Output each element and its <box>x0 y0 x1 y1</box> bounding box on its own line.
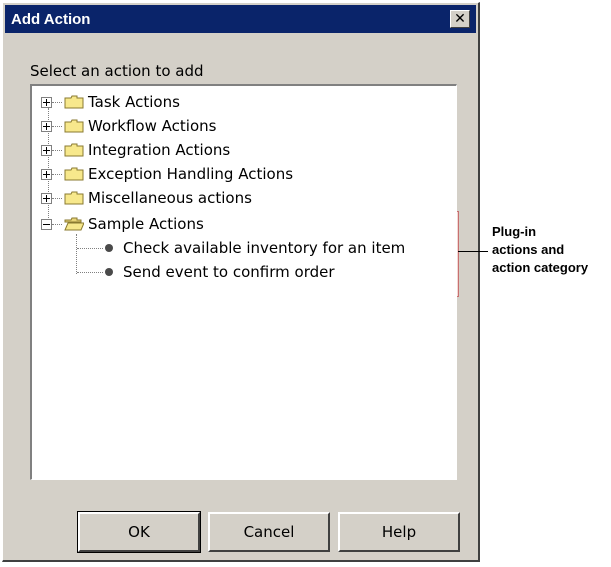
expand-icon[interactable] <box>41 192 52 204</box>
action-bullet-icon <box>105 268 113 276</box>
cancel-button[interactable]: Cancel <box>208 512 330 552</box>
collapse-icon[interactable] <box>41 218 52 230</box>
tree-dots <box>52 149 62 151</box>
close-button[interactable]: ✕ <box>450 10 470 28</box>
tree-dots <box>52 173 62 175</box>
tree-dots <box>52 197 62 199</box>
expand-icon[interactable] <box>41 144 52 156</box>
tree-item-label: Workflow Actions <box>88 117 217 135</box>
callout-line-2: actions and <box>492 242 565 257</box>
tree-item-label: Send event to confirm order <box>123 263 335 281</box>
tree-dots <box>77 271 103 273</box>
ok-button[interactable]: OK <box>77 511 201 553</box>
tree-dots <box>77 247 103 249</box>
folder-icon <box>64 191 84 205</box>
tree-dots <box>52 223 62 225</box>
tree-item-check-inventory[interactable]: Check available inventory for an item <box>77 236 405 260</box>
open-folder-icon <box>64 217 84 231</box>
callout-line-1: Plug-in <box>492 224 537 239</box>
tree-item-label: Integration Actions <box>88 141 231 159</box>
folder-icon <box>64 167 84 181</box>
folder-icon <box>64 95 84 109</box>
title-bar[interactable]: Add Action ✕ <box>5 5 476 33</box>
action-tree[interactable]: Task Actions Workflow Actions Integratio… <box>30 84 457 480</box>
tree-item-label: Exception Handling Actions <box>88 165 294 183</box>
expand-icon[interactable] <box>41 168 52 180</box>
folder-icon <box>64 143 84 157</box>
expand-icon[interactable] <box>41 96 52 108</box>
help-button[interactable]: Help <box>338 512 460 552</box>
folder-icon <box>64 119 84 133</box>
plugin-callout: Plug-in actions and action category <box>492 223 588 277</box>
callout-leader-line <box>458 251 488 252</box>
tree-item-label: Task Actions <box>88 93 180 111</box>
tree-dots <box>52 125 62 127</box>
tree-item-exception-handling-actions[interactable]: Exception Handling Actions <box>41 162 293 186</box>
callout-line-3: action category <box>492 260 589 275</box>
tree-item-send-event[interactable]: Send event to confirm order <box>77 260 335 284</box>
tree-item-miscellaneous-actions[interactable]: Miscellaneous actions <box>41 186 252 210</box>
prompt-label: Select an action to add <box>30 62 204 80</box>
tree-item-label: Miscellaneous actions <box>88 189 252 207</box>
tree-item-integration-actions[interactable]: Integration Actions <box>41 138 230 162</box>
tree-dots <box>52 101 62 103</box>
tree-item-label: Check available inventory for an item <box>123 239 406 257</box>
tree-item-task-actions[interactable]: Task Actions <box>41 90 180 114</box>
close-icon: ✕ <box>454 11 466 27</box>
tree-item-workflow-actions[interactable]: Workflow Actions <box>41 114 216 138</box>
expand-icon[interactable] <box>41 120 52 132</box>
tree-item-label: Sample Actions <box>88 215 204 233</box>
action-bullet-icon <box>105 244 113 252</box>
dialog-title: Add Action <box>11 10 91 28</box>
tree-item-sample-actions[interactable]: Sample Actions <box>41 212 204 236</box>
